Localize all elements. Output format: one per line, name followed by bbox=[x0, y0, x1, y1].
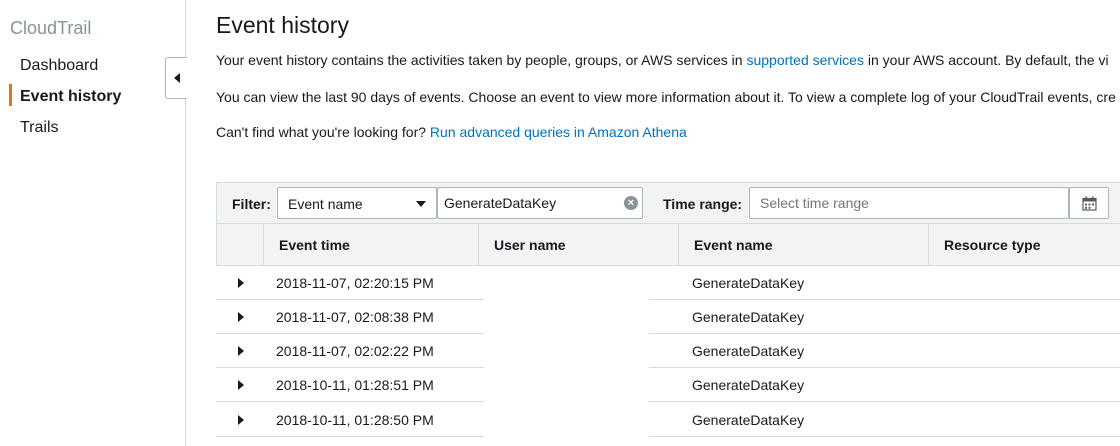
event-name-cell: GenerateDataKey bbox=[692, 377, 805, 393]
intro-text-start: Your event history contains the activiti… bbox=[216, 52, 747, 68]
table-row[interactable]: 2018-11-07, 02:20:15 PM GenerateDataKey bbox=[216, 266, 1120, 300]
page-title: Event history bbox=[216, 12, 349, 38]
event-time-cell: 2018-11-07, 02:08:38 PM bbox=[276, 309, 434, 325]
attribute-select[interactable]: Event name bbox=[277, 187, 437, 219]
filter-bar: Filter: Event name × Time range: bbox=[216, 182, 1120, 224]
column-header-user-name[interactable]: User name bbox=[478, 224, 678, 265]
supported-services-link[interactable]: supported services bbox=[746, 52, 864, 68]
event-name-cell: GenerateDataKey bbox=[692, 309, 805, 325]
expand-row-icon[interactable] bbox=[238, 415, 244, 425]
sidebar-item-trails[interactable]: Trails bbox=[20, 119, 59, 137]
athena-prefix: Can't find what you're looking for? bbox=[216, 124, 430, 140]
event-time-cell: 2018-10-11, 01:28:51 PM bbox=[276, 377, 434, 393]
table-row[interactable]: 2018-10-11, 01:28:51 PM GenerateDataKey bbox=[216, 368, 1120, 402]
expand-row-icon[interactable] bbox=[238, 380, 244, 390]
event-name-cell: GenerateDataKey bbox=[692, 412, 805, 428]
service-title: CloudTrail bbox=[10, 18, 92, 38]
attribute-select-value: Event name bbox=[288, 196, 363, 212]
event-time-cell: 2018-10-11, 01:28:50 PM bbox=[276, 412, 434, 428]
expand-column-header bbox=[217, 224, 263, 265]
event-name-cell: GenerateDataKey bbox=[692, 275, 805, 291]
expand-row-icon[interactable] bbox=[238, 278, 244, 288]
time-range-input[interactable] bbox=[749, 187, 1069, 219]
table-row[interactable]: 2018-11-07, 02:02:22 PM GenerateDataKey bbox=[216, 334, 1120, 368]
view-info-text: You can view the last 90 days of events.… bbox=[216, 89, 1116, 105]
athena-text: Can't find what you're looking for? Run … bbox=[216, 124, 687, 140]
table-header: Event time User name Event name Resource… bbox=[216, 224, 1120, 266]
intro-text-end: in your AWS account. By default, the vi bbox=[863, 52, 1109, 68]
column-header-event-name[interactable]: Event name bbox=[678, 224, 928, 265]
column-header-event-time[interactable]: Event time bbox=[263, 224, 478, 265]
chevron-left-icon bbox=[173, 73, 180, 83]
filter-label: Filter: bbox=[232, 196, 271, 212]
table-row[interactable]: 2018-10-11, 01:28:50 PM GenerateDataKey bbox=[216, 403, 1120, 437]
expand-row-icon[interactable] bbox=[238, 346, 244, 356]
filter-value-input[interactable] bbox=[437, 187, 643, 219]
active-indicator bbox=[9, 84, 12, 106]
calendar-button[interactable] bbox=[1069, 187, 1109, 219]
intro-text: Your event history contains the activiti… bbox=[216, 52, 1109, 68]
clear-icon[interactable]: × bbox=[624, 196, 638, 210]
sidebar-item-event-history[interactable]: Event history bbox=[20, 88, 121, 106]
collapse-sidebar-button[interactable] bbox=[165, 57, 187, 99]
athena-link[interactable]: Run advanced queries in Amazon Athena bbox=[430, 124, 687, 140]
event-time-cell: 2018-11-07, 02:20:15 PM bbox=[276, 275, 434, 291]
time-range-label: Time range: bbox=[663, 196, 743, 212]
column-header-resource-type[interactable]: Resource type bbox=[928, 224, 1120, 265]
event-name-cell: GenerateDataKey bbox=[692, 343, 805, 359]
sidebar: CloudTrail Dashboard Event history Trail… bbox=[0, 0, 186, 446]
event-time-cell: 2018-11-07, 02:02:22 PM bbox=[276, 343, 434, 359]
table-row[interactable]: 2018-11-07, 02:08:38 PM GenerateDataKey bbox=[216, 300, 1120, 334]
sidebar-item-dashboard[interactable]: Dashboard bbox=[20, 57, 98, 75]
expand-row-icon[interactable] bbox=[238, 312, 244, 322]
caret-down-icon bbox=[416, 201, 426, 207]
calendar-icon bbox=[1081, 196, 1097, 211]
